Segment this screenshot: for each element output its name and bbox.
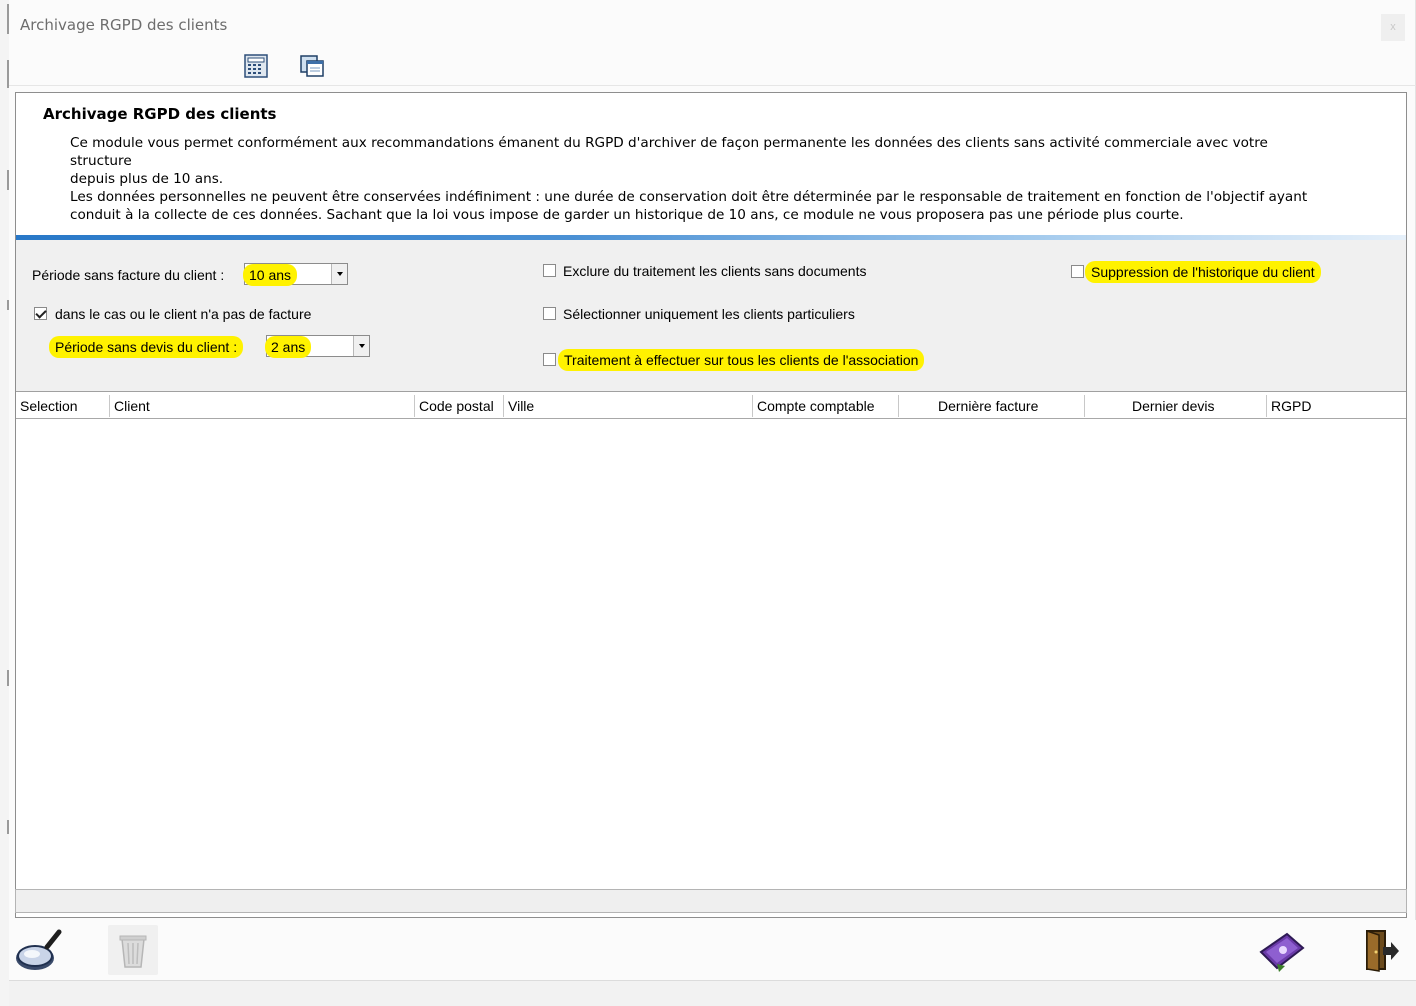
background-edge: [0, 0, 9, 1006]
column-rgpd[interactable]: RGPD: [1271, 398, 1311, 414]
trash-bin-icon[interactable]: [108, 925, 158, 975]
bottom-toolbar: [9, 920, 1416, 980]
exit-door-icon[interactable]: [1357, 925, 1407, 975]
particuliers-label: Sélectionner uniquement les clients part…: [563, 306, 855, 322]
periode-devis-label: Période sans devis du client :: [49, 336, 244, 358]
periode-devis-select[interactable]: 2 ans: [265, 335, 370, 358]
column-ville[interactable]: Ville: [508, 398, 534, 414]
table-body[interactable]: [16, 420, 1406, 890]
column-client[interactable]: Client: [114, 398, 150, 414]
column-code-postal[interactable]: Code postal: [419, 398, 494, 414]
options-area: Période sans facture du client : 10 ans …: [16, 240, 1406, 392]
periode-facture-value: 10 ans: [243, 264, 298, 286]
description-text: Ce module vous permet conformément aux r…: [70, 135, 1308, 223]
close-button[interactable]: x: [1381, 14, 1405, 41]
no-invoice-label: dans le cas ou le client n'a pas de fact…: [55, 306, 312, 322]
description-box: Archivage RGPD des clients Ce module vou…: [16, 93, 1406, 235]
association-checkbox[interactable]: [543, 353, 556, 366]
table-header: Selection Client Code postal Ville Compt…: [16, 393, 1406, 419]
column-compte-comptable[interactable]: Compte comptable: [757, 398, 875, 414]
particuliers-checkbox[interactable]: [543, 307, 556, 320]
preview-window-icon[interactable]: [299, 54, 325, 78]
periode-facture-select[interactable]: 10 ans: [243, 263, 348, 286]
association-label: Traitement à effectuer sur tous les clie…: [558, 349, 925, 371]
window-title: Archivage RGPD des clients: [20, 16, 228, 34]
status-bar: [15, 889, 1407, 913]
periode-devis-value: 2 ans: [265, 336, 312, 358]
exclude-checkbox[interactable]: [543, 264, 556, 277]
archive-ticket-icon[interactable]: [1257, 926, 1307, 976]
suppression-checkbox[interactable]: [1071, 265, 1084, 278]
chevron-down-icon[interactable]: [353, 336, 369, 356]
column-dernier-devis[interactable]: Dernier devis: [1132, 398, 1214, 414]
column-selection[interactable]: Selection: [20, 398, 78, 414]
suppression-label: Suppression de l'historique du client: [1085, 261, 1321, 283]
background-strip: [9, 980, 1416, 1006]
periode-facture-label: Période sans facture du client :: [32, 267, 225, 283]
no-invoice-checkbox[interactable]: [34, 307, 47, 320]
description-title: Archivage RGPD des clients: [43, 105, 277, 123]
toolbar-separator: [9, 85, 1416, 86]
column-derniere-facture[interactable]: Dernière facture: [938, 398, 1038, 414]
main-panel: Archivage RGPD des clients Ce module vou…: [15, 92, 1407, 918]
exclude-label: Exclure du traitement les clients sans d…: [563, 263, 867, 279]
dialog-window: Archivage RGPD des clients x Archivage R…: [9, 0, 1416, 1006]
chevron-down-icon[interactable]: [331, 264, 347, 284]
search-magnifier-icon[interactable]: [13, 926, 63, 976]
calculator-icon[interactable]: [243, 54, 269, 78]
